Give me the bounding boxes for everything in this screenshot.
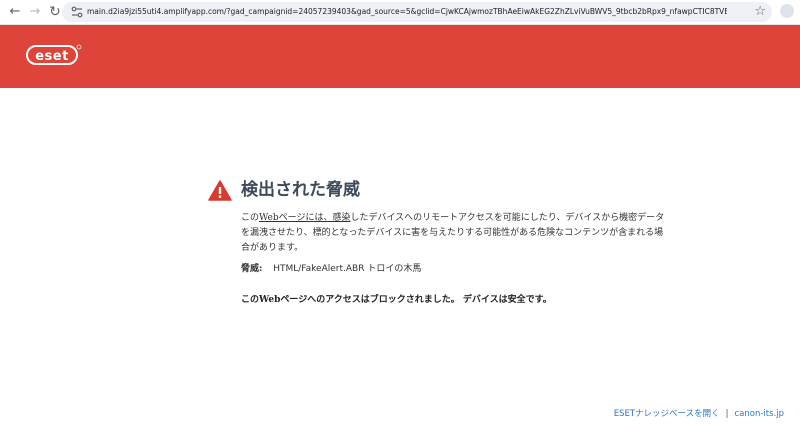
threat-label: 脅威: bbox=[241, 264, 263, 274]
url-text[interactable]: main.d2ia9jzi55uti4.amplifyapp.com/?gad_… bbox=[87, 2, 727, 22]
eset-header-bar: eset bbox=[0, 25, 800, 88]
site-info-icon[interactable] bbox=[70, 5, 84, 19]
threat-type: トロイの木馬 bbox=[367, 264, 422, 274]
site-link[interactable]: canon-its.jp bbox=[734, 409, 784, 419]
eset-logo: eset bbox=[26, 44, 82, 65]
warning-icon bbox=[208, 180, 232, 201]
threat-title: 検出された脅威 bbox=[241, 180, 360, 200]
blocked-message: このWebページへのアクセスはブロックされました。 デバイスは安全です。 bbox=[241, 295, 552, 305]
address-bar[interactable]: main.d2ia9jzi55uti4.amplifyapp.com/?gad_… bbox=[62, 2, 772, 22]
back-arrow-icon[interactable]: ← bbox=[7, 4, 23, 20]
knowledge-base-link[interactable]: ESETナレッジベースを開く bbox=[614, 409, 720, 419]
extension-icon[interactable] bbox=[780, 4, 794, 18]
description-prefix: この bbox=[241, 213, 260, 223]
threat-info-row: 脅威: HTML/FakeAlert.ABR トロイの木馬 bbox=[241, 262, 421, 276]
footer-separator: | bbox=[725, 409, 729, 419]
eset-logo-text: eset bbox=[35, 49, 69, 64]
threat-description: このWebページには、感染したデバイスへのリモートアクセスを可能にしたり、デバイ… bbox=[241, 211, 671, 256]
footer-links: ESETナレッジベースを開く | canon-its.jp bbox=[614, 407, 784, 421]
browser-toolbar: ← → ↻ main.d2ia9jzi55uti4.amplifyapp.com… bbox=[0, 0, 800, 25]
threat-name: HTML/FakeAlert.ABR bbox=[273, 264, 365, 274]
bookmark-star-icon[interactable]: ☆ bbox=[754, 3, 766, 21]
reload-icon[interactable]: ↻ bbox=[47, 4, 63, 20]
forward-arrow-icon[interactable]: → bbox=[27, 4, 43, 20]
description-link[interactable]: Webページには、感染 bbox=[259, 213, 350, 223]
